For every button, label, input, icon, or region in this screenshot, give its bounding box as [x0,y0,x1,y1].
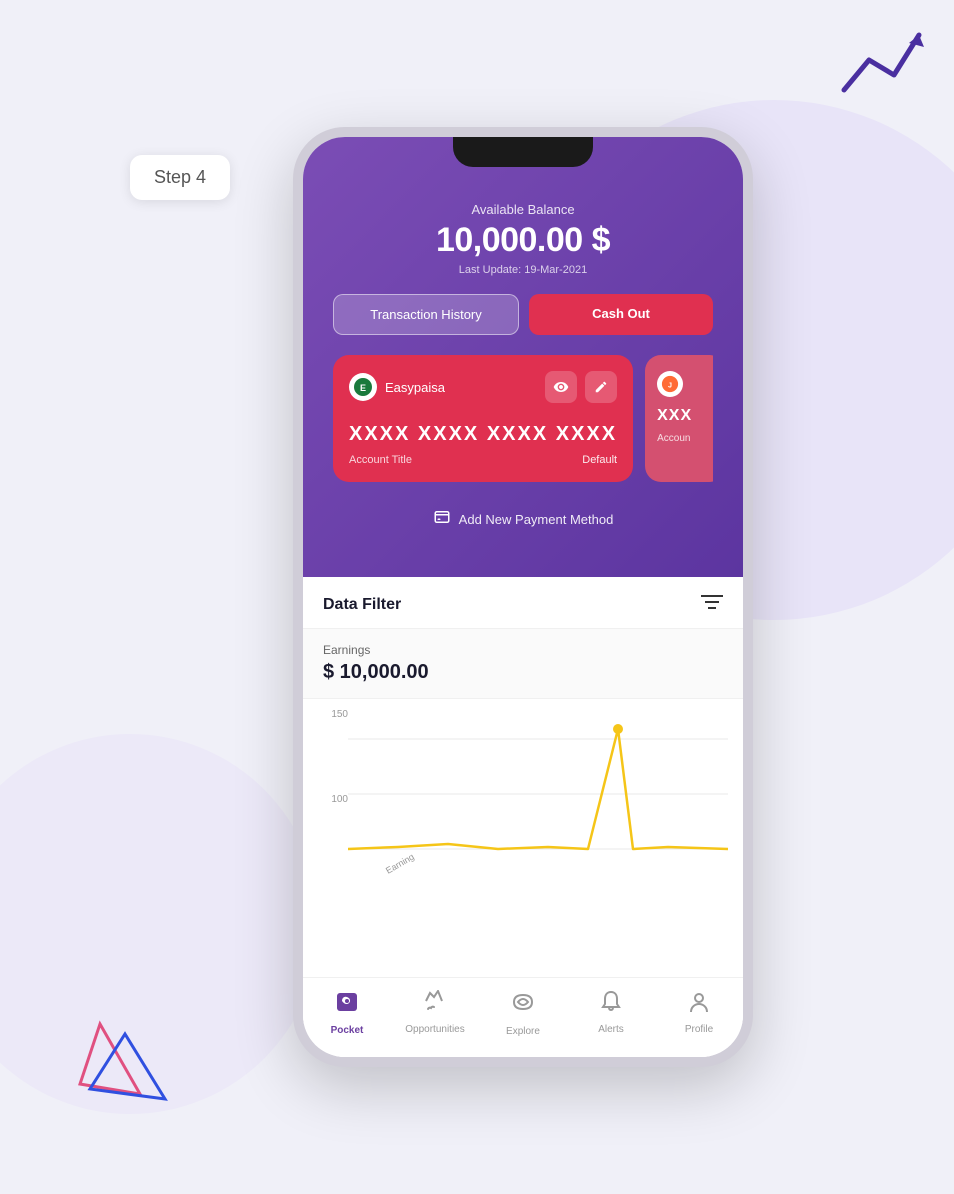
payment-card-secondary: J XXX Accoun [645,355,713,482]
chart-y-labels: 150 100 [313,709,348,879]
add-payment-icon [433,508,451,531]
secondary-card-title: Accoun [657,433,713,444]
card-footer: Account Title Default [349,454,617,466]
card-number: XXXX XXXX XXXX XXXX [349,423,617,446]
data-filter-header: Data Filter [303,577,743,629]
explore-label: Explore [506,1026,540,1037]
earnings-label: Earnings [323,643,723,657]
edit-card-button[interactable] [585,371,617,403]
cash-out-button[interactable]: Cash Out [529,294,713,335]
filter-icon[interactable] [701,593,723,616]
secondary-card-icon: J [657,371,683,397]
secondary-card-number: XXX [657,407,713,425]
action-buttons-group: Transaction History Cash Out [333,294,713,335]
bottom-navigation: Pocket Opportunities [303,977,743,1057]
pocket-label: Pocket [331,1025,364,1036]
add-payment-label: Add New Payment Method [459,512,614,527]
earnings-section: Earnings $ 10,000.00 [303,629,743,699]
phone-top-section: Available Balance 10,000.00 $ Last Updat… [303,137,743,577]
svg-text:J: J [668,381,672,390]
earnings-value: $ 10,000.00 [323,661,723,684]
opportunities-label: Opportunities [405,1024,464,1035]
card-header: E Easypaisa [349,371,617,403]
easypaisa-icon: E [349,373,377,401]
bell-icon [600,990,622,1020]
opportunities-icon [423,990,447,1020]
earnings-chart: 150 100 E [303,699,743,919]
chart-y-150: 150 [313,709,348,720]
alerts-label: Alerts [598,1024,624,1035]
nav-item-explore[interactable]: Explore [493,988,553,1037]
balance-label: Available Balance [323,202,723,217]
svg-text:E: E [360,383,366,393]
phone-device: Available Balance 10,000.00 $ Last Updat… [293,127,753,1067]
transaction-history-button[interactable]: Transaction History [333,294,519,335]
balance-section: Available Balance 10,000.00 $ Last Updat… [323,187,723,276]
nav-item-alerts[interactable]: Alerts [581,990,641,1035]
triangle-decor [70,1014,180,1119]
card-title: Account Title [349,454,412,466]
trend-arrow-icon [839,25,929,110]
view-card-button[interactable] [545,371,577,403]
data-filter-title: Data Filter [323,596,401,614]
explore-icon [509,988,537,1022]
phone-notch [453,137,593,167]
payment-cards-area: E Easypaisa [333,355,713,482]
nav-item-profile[interactable]: Profile [669,990,729,1035]
payment-card-primary: E Easypaisa [333,355,633,482]
profile-label: Profile [685,1024,713,1035]
step-label: Step 4 [130,155,230,200]
chart-svg: Earning [348,709,728,879]
last-update-text: Last Update: 19-Mar-2021 [323,264,723,276]
svg-text:Earning: Earning [384,852,416,876]
profile-icon [688,990,710,1020]
nav-item-opportunities[interactable]: Opportunities [405,990,465,1035]
balance-amount: 10,000.00 $ [323,221,723,260]
phone-screen: Available Balance 10,000.00 $ Last Updat… [293,127,753,1067]
nav-item-pocket[interactable]: Pocket [317,989,377,1036]
card-brand: E Easypaisa [349,373,445,401]
pocket-icon [334,989,360,1021]
card-action-buttons [545,371,617,403]
card-default-badge: Default [582,454,617,466]
add-payment-button[interactable]: Add New Payment Method [323,500,723,539]
card-brand-name: Easypaisa [385,380,445,395]
chart-y-100: 100 [313,794,348,805]
